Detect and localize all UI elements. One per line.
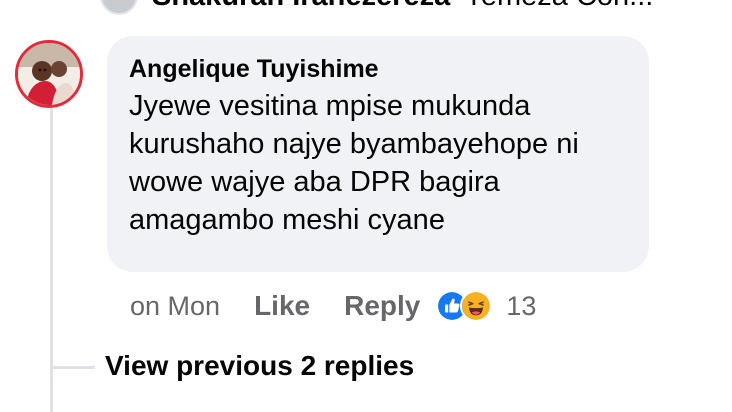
comment-text: Jyewe vesitina mpise mukunda kurushaho n… — [129, 90, 579, 236]
thread-branch-line — [53, 366, 95, 369]
previous-comment-avatar[interactable] — [100, 0, 138, 15]
previous-comment-author[interactable]: Shakurah Iranezereza — [152, 0, 450, 13]
reply-button[interactable]: Reply — [344, 290, 420, 322]
haha-reaction-icon — [460, 290, 493, 322]
comment-actions: on Mon Like Reply 13 — [130, 286, 536, 326]
like-button[interactable]: Like — [254, 290, 310, 322]
previous-comment-text: Yemeza Con... — [464, 0, 653, 13]
reaction-count: 13 — [506, 290, 537, 321]
comment-author[interactable]: Angelique Tuyishime — [129, 55, 627, 83]
comment-bubble: Angelique Tuyishime Jyewe vesitina mpise… — [107, 36, 649, 272]
previous-comment-row[interactable]: Shakurah Iranezereza Yemeza Con... — [100, 0, 653, 16]
view-previous-replies-link[interactable]: View previous 2 replies — [105, 350, 414, 382]
avatar-photo-icon — [18, 43, 80, 105]
reaction-summary[interactable]: 13 — [436, 290, 536, 322]
avatar[interactable] — [15, 40, 83, 108]
comment-timestamp[interactable]: on Mon — [130, 291, 220, 322]
